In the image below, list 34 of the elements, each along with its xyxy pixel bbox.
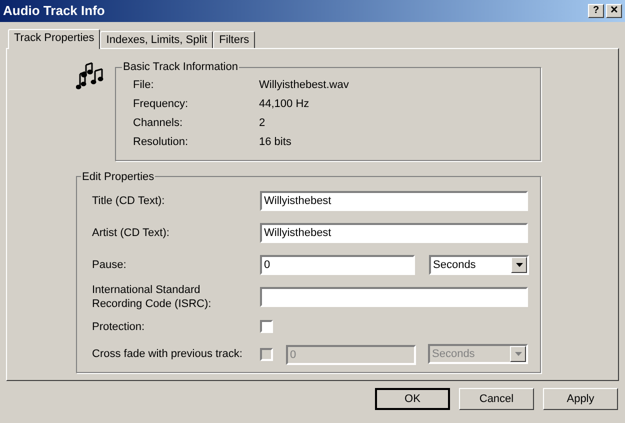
text-field[interactable]: Willyisthebest [260,223,528,243]
info-label: Frequency: [133,96,190,112]
field-label: Cross fade with previous track: [92,347,244,361]
group-title: Basic Track Information [122,60,239,75]
tab[interactable]: Indexes, Limits, Split [100,31,214,48]
field-label: Title (CD Text): [92,194,166,208]
tab[interactable]: Track Properties [8,29,100,49]
group-title: Edit Properties [81,170,156,184]
info-value: 44,100 Hz [259,96,310,112]
field-label: International Standard Recording Code (ISRC): [92,283,212,311]
text-field[interactable]: 0 [260,255,415,275]
field-label: Artist (CD Text): [92,226,170,240]
close-button[interactable]: ✕ [606,4,622,18]
window-title: Audio Track Info [3,2,105,20]
dialog-button[interactable]: Cancel [459,388,534,410]
info-label: File: [133,78,155,93]
checkbox[interactable] [260,320,273,333]
text-field[interactable] [260,287,528,307]
info-label: Channels: [133,116,184,131]
field-label: Protection: [92,320,146,334]
tab[interactable]: Filters [213,31,256,48]
info-value: 16 bits [259,134,292,150]
text-field[interactable]: Willyisthebest [260,191,528,211]
info-value: 2 [259,116,266,131]
dropdown-arrow-icon [514,352,522,356]
dialog-button[interactable]: Apply [543,388,618,410]
info-value: Willyisthebest.wav [259,78,349,93]
unit-dropdown[interactable]: Seconds [429,255,529,275]
info-label: Resolution: [133,134,190,150]
field-label: Pause: [92,258,128,272]
music-notes-icon [76,61,106,91]
dialog-button[interactable]: OK [375,388,450,410]
dropdown-arrow-icon [516,263,522,267]
help-button[interactable]: ? [588,4,604,18]
